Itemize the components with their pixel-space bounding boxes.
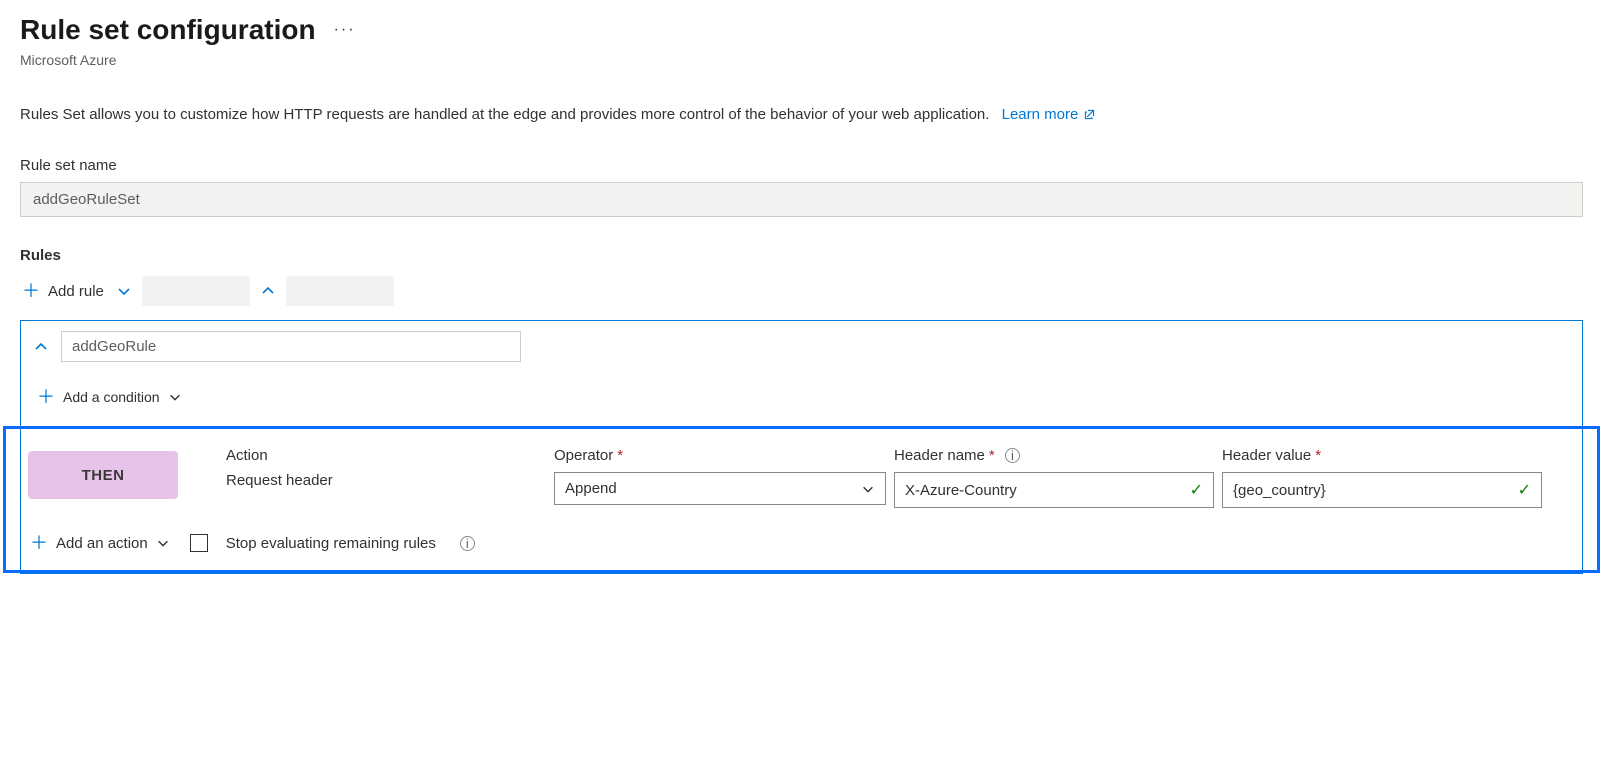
- header-name-input-wrapper: ✓: [894, 472, 1214, 508]
- move-up-icon[interactable]: [260, 283, 276, 299]
- operator-column-label: Operator*: [554, 447, 886, 464]
- more-actions-icon[interactable]: ···: [334, 21, 356, 39]
- add-action-label: Add an action: [56, 535, 148, 552]
- info-icon[interactable]: i: [460, 536, 475, 551]
- header-value-input-wrapper: ✓: [1222, 472, 1542, 508]
- stop-evaluating-label: Stop evaluating remaining rules: [226, 535, 436, 552]
- rule-name-input[interactable]: [61, 331, 521, 362]
- learn-more-label: Learn more: [1002, 106, 1079, 123]
- required-asterisk: *: [617, 447, 623, 464]
- header-name-input[interactable]: [905, 482, 1173, 499]
- add-condition-label: Add a condition: [63, 389, 160, 405]
- info-icon[interactable]: i: [1005, 448, 1020, 463]
- chevron-down-icon: [168, 390, 182, 404]
- stop-evaluating-checkbox[interactable]: [190, 534, 208, 552]
- page-title: Rule set configuration: [20, 14, 316, 46]
- move-down-icon[interactable]: [116, 283, 132, 299]
- disabled-pill-1: [142, 276, 250, 306]
- rules-section-label: Rules: [20, 247, 1583, 264]
- add-condition-button[interactable]: ＋ Add a condition: [37, 388, 182, 406]
- required-asterisk: *: [1315, 447, 1321, 464]
- plus-icon: ＋: [22, 282, 40, 300]
- ruleset-name-label: Rule set name: [20, 157, 1583, 174]
- chevron-down-icon: [156, 536, 170, 550]
- page-subtitle: Microsoft Azure: [20, 52, 1583, 68]
- ruleset-name-input[interactable]: [20, 182, 1583, 217]
- collapse-rule-icon[interactable]: [33, 339, 49, 355]
- page-description: Rules Set allows you to customize how HT…: [20, 106, 989, 123]
- plus-icon: ＋: [37, 388, 55, 406]
- header-value-input[interactable]: [1233, 482, 1501, 499]
- operator-value: Append: [565, 480, 617, 497]
- then-badge: THEN: [28, 451, 178, 499]
- check-icon: ✓: [1190, 480, 1203, 500]
- add-rule-button[interactable]: ＋ Add rule: [20, 278, 106, 304]
- learn-more-link[interactable]: Learn more: [1002, 106, 1097, 123]
- action-type-value: Request header: [226, 472, 546, 489]
- rule-panel: ＋ Add a condition THEN Action Request he…: [20, 320, 1583, 574]
- check-icon: ✓: [1518, 480, 1531, 500]
- plus-icon: ＋: [30, 534, 48, 552]
- add-rule-label: Add rule: [48, 283, 104, 300]
- action-column-label: Action: [226, 447, 546, 464]
- required-asterisk: *: [989, 447, 995, 464]
- add-action-button[interactable]: ＋ Add an action: [28, 530, 172, 556]
- header-name-column-label: Header name* i: [894, 447, 1214, 464]
- chevron-down-icon: [861, 482, 875, 496]
- disabled-pill-2: [286, 276, 394, 306]
- header-value-column-label: Header value*: [1222, 447, 1542, 464]
- operator-select[interactable]: Append: [554, 472, 886, 505]
- external-link-icon: [1083, 108, 1096, 121]
- then-action-box: THEN Action Request header Operator* App…: [3, 426, 1600, 573]
